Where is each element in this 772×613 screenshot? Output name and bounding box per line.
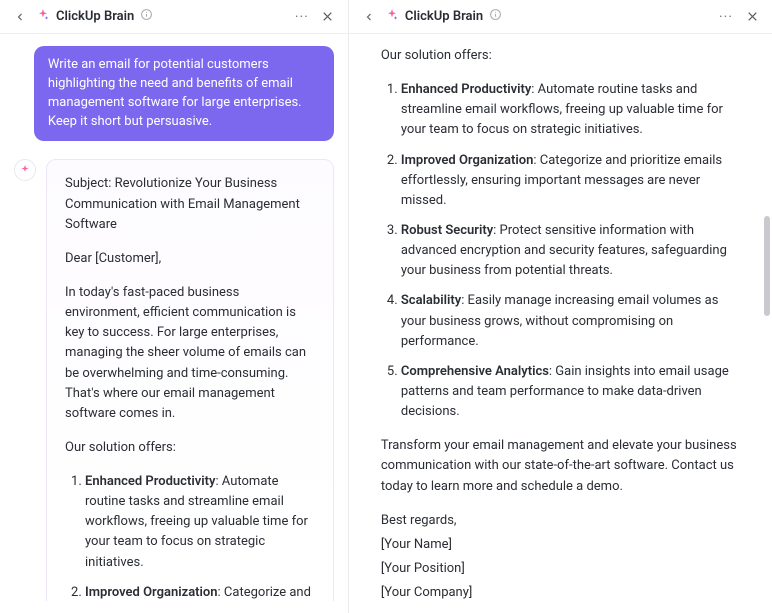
scrollbar-track[interactable] bbox=[764, 36, 770, 609]
back-button[interactable] bbox=[359, 7, 379, 27]
right-body: Our solution offers: Enhanced Productivi… bbox=[349, 34, 772, 613]
list-item: Improved Organization: Categorize and pr… bbox=[85, 583, 315, 601]
list-item: Enhanced Productivity: Automate routine … bbox=[401, 80, 740, 140]
info-icon[interactable] bbox=[140, 8, 153, 25]
signature-line: [Your Name] bbox=[381, 535, 740, 555]
list-item: Scalability: Easily manage increasing em… bbox=[401, 291, 740, 351]
info-icon[interactable] bbox=[489, 8, 502, 25]
back-button[interactable] bbox=[10, 7, 30, 27]
sparkle-icon bbox=[385, 8, 399, 26]
scrollbar-thumb[interactable] bbox=[764, 216, 770, 316]
pane-header: ClickUp Brain ··· bbox=[0, 0, 348, 34]
sparkle-icon bbox=[36, 8, 50, 26]
list-item: Robust Security: Protect sensitive infor… bbox=[401, 221, 740, 281]
app-title: ClickUp Brain bbox=[405, 9, 483, 24]
pane-header: ClickUp Brain ··· bbox=[349, 0, 772, 34]
more-button[interactable]: ··· bbox=[716, 7, 736, 27]
ai-avatar bbox=[14, 159, 36, 181]
left-pane: ClickUp Brain ··· Write an email for pot… bbox=[0, 0, 348, 613]
offers-label: Our solution offers: bbox=[65, 438, 315, 458]
more-button[interactable]: ··· bbox=[292, 7, 312, 27]
app-title: ClickUp Brain bbox=[56, 9, 134, 24]
offers-label: Our solution offers: bbox=[381, 46, 740, 66]
list-item: Comprehensive Analytics: Gain insights i… bbox=[401, 362, 740, 422]
more-icon: ··· bbox=[719, 9, 733, 25]
app-brand: ClickUp Brain bbox=[36, 8, 153, 26]
benefits-list-right: Enhanced Productivity: Automate routine … bbox=[381, 80, 740, 422]
list-item: Enhanced Productivity: Automate routine … bbox=[85, 472, 315, 573]
list-item: Improved Organization: Categorize and pr… bbox=[401, 151, 740, 211]
signature-line: [Your Company] bbox=[381, 583, 740, 601]
email-intro: In today's fast-paced business environme… bbox=[65, 283, 315, 424]
app-brand: ClickUp Brain bbox=[385, 8, 502, 26]
ai-response: Our solution offers: Enhanced Productivi… bbox=[363, 46, 758, 601]
signature-line: Best regards, bbox=[381, 511, 740, 531]
email-greeting: Dear [Customer], bbox=[65, 249, 315, 269]
email-subject: Subject: Revolutionize Your Business Com… bbox=[65, 174, 315, 234]
user-prompt-bubble: Write an email for potential customers h… bbox=[34, 46, 334, 141]
closing-para: Transform your email management and elev… bbox=[381, 436, 740, 496]
benefits-list-left: Enhanced Productivity: Automate routine … bbox=[65, 472, 315, 601]
close-button[interactable] bbox=[742, 7, 762, 27]
left-body: Write an email for potential customers h… bbox=[0, 34, 348, 613]
right-pane: ClickUp Brain ··· Our solution offers: E… bbox=[348, 0, 772, 613]
more-icon: ··· bbox=[295, 9, 309, 25]
close-button[interactable] bbox=[318, 7, 338, 27]
ai-response: Subject: Revolutionize Your Business Com… bbox=[46, 159, 334, 601]
signature-line: [Your Position] bbox=[381, 559, 740, 579]
